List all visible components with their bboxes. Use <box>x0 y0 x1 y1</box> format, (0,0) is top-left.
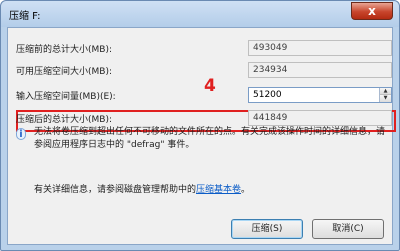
shrink-amount-input[interactable]: 51200 ▲ ▼ <box>248 87 392 103</box>
shrink-amount-spinner: ▲ ▼ <box>379 88 391 102</box>
shrink-amount-row: 输入压缩空间量(MB)(E): 51200 ▲ ▼ <box>16 87 392 103</box>
help-prefix: 有关详细信息，请参阅磁盘管理帮助中的 <box>34 185 197 195</box>
help-suffix: 。 <box>241 185 251 195</box>
window-title: 压缩 F: <box>9 11 41 22</box>
total-size-after-label: 压缩后的总计大小(MB): <box>16 115 112 125</box>
shrink-amount-label: 输入压缩空间量(MB)(E): <box>16 92 116 102</box>
help-text: 有关详细信息，请参阅磁盘管理帮助中的压缩基本卷。 <box>34 182 250 195</box>
spin-up-button[interactable]: ▲ <box>380 88 391 95</box>
total-size-before-value: 493049 <box>248 40 392 56</box>
compress-button[interactable]: 压缩(S) <box>231 219 303 239</box>
spin-down-button[interactable]: ▼ <box>380 95 391 102</box>
info-text: 无法将卷压缩到超出任何不可移动的文件所在的点。有关完成该操作时间的详细信息，请参… <box>34 127 386 150</box>
info-icon: i <box>16 128 26 140</box>
dialog-body: 压缩前的总计大小(MB): 493049 可用压缩空间大小(MB): 23493… <box>7 27 396 245</box>
available-space-label: 可用压缩空间大小(MB): <box>16 67 112 77</box>
total-size-before-row: 压缩前的总计大小(MB): 493049 <box>16 40 392 56</box>
help-link[interactable]: 压缩基本卷 <box>196 185 241 195</box>
total-size-after-row: 压缩后的总计大小(MB): 441849 <box>16 110 392 126</box>
shrink-amount-value: 51200 <box>253 90 282 100</box>
title-bar: 压缩 F: x <box>1 1 399 27</box>
total-size-before-label: 压缩前的总计大小(MB): <box>16 45 112 55</box>
close-button[interactable]: x <box>351 2 393 20</box>
cancel-button[interactable]: 取消(C) <box>312 219 384 239</box>
total-size-after-value: 441849 <box>248 110 392 126</box>
compress-dialog: 压缩 F: x 压缩前的总计大小(MB): 493049 可用压缩空间大小(MB… <box>0 0 400 251</box>
available-space-value: 234934 <box>248 62 392 78</box>
